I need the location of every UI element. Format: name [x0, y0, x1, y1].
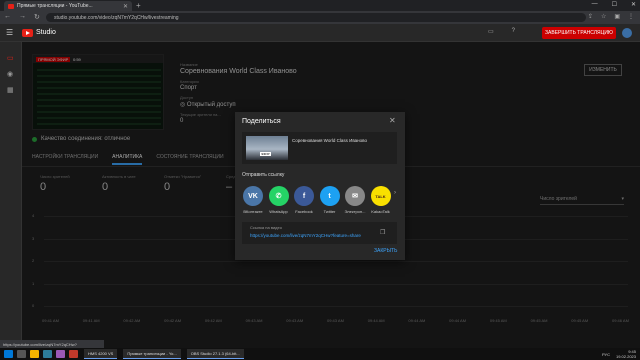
- browser-tab[interactable]: Прямые трансляции - YouTube... ✕: [4, 1, 132, 11]
- browser-menu-icon[interactable]: ⋮: [628, 13, 634, 20]
- share-target-icon: ✉: [345, 186, 365, 206]
- chevron-right-icon[interactable]: ›: [394, 190, 396, 196]
- share-target-label: Электрон...: [344, 209, 366, 214]
- tray-lang[interactable]: РУС: [602, 352, 610, 357]
- hamburger-menu-icon[interactable]: ☰: [6, 28, 13, 37]
- share-target-icon: f: [294, 186, 314, 206]
- nav-buttons: ← → ↻: [4, 13, 40, 21]
- close-window-icon[interactable]: ✕: [631, 1, 636, 8]
- share-page-icon[interactable]: ⇪: [588, 13, 593, 20]
- share-dialog-title: Поделиться: [242, 118, 281, 125]
- maximize-icon[interactable]: ☐: [612, 1, 617, 8]
- close-icon[interactable]: ✕: [389, 116, 396, 125]
- thumb-live-badge: ЭФИР: [260, 152, 271, 156]
- video-thumbnail: ЭФИР: [246, 136, 288, 160]
- system-tray: РУС 9:45 19.02.2023: [602, 349, 636, 359]
- taskbar: HMS 4200 VS Прямые трансляции - Yo... OB…: [0, 348, 640, 360]
- back-icon[interactable]: ←: [4, 13, 11, 21]
- taskbar-app[interactable]: OBS Studio 27.1.3 (64-bit...: [186, 349, 244, 359]
- close-button[interactable]: ЗАКРЫТЬ: [374, 248, 397, 254]
- taskbar-app[interactable]: HMS 4200 VS: [84, 349, 118, 359]
- video-link[interactable]: https://youtube.com/live/zqN7mY2qCHw?fea…: [250, 233, 361, 238]
- tray-clock[interactable]: 9:45 19.02.2023: [616, 349, 636, 359]
- live-stream-icon[interactable]: ▭: [7, 54, 15, 62]
- extensions-icon[interactable]: ▣: [614, 13, 620, 20]
- share-target[interactable]: VK ВКонтакте: [240, 186, 266, 214]
- camera-icon[interactable]: ▭: [488, 28, 494, 35]
- share-target[interactable]: t Twitter: [317, 186, 343, 214]
- header-icons: ▭ ?: [488, 28, 515, 35]
- share-target[interactable]: f Facebook: [291, 186, 317, 214]
- video-title: Соревнования World Class Иваново: [292, 138, 367, 143]
- search-icon[interactable]: [17, 350, 26, 358]
- app-icon[interactable]: [43, 350, 52, 358]
- share-target-label: WhatsApp: [269, 209, 288, 214]
- window-controls: — ☐ ✕: [592, 1, 636, 8]
- end-stream-button[interactable]: ЗАВЕРШИТЬ ТРАНСЛЯЦИЮ: [542, 27, 616, 39]
- copy-icon[interactable]: ❐: [380, 229, 385, 236]
- help-icon[interactable]: ?: [512, 28, 515, 35]
- share-target-icon: TALK: [370, 186, 391, 206]
- share-target[interactable]: ✉ Электрон...: [342, 186, 368, 214]
- share-target-label: ВКонтакте: [243, 209, 263, 214]
- close-tab-icon[interactable]: ✕: [123, 3, 128, 10]
- studio-label: Studio: [36, 29, 56, 36]
- send-link-label: Отправить ссылку: [242, 172, 285, 178]
- status-url: https://youtube.com/live/zqN7mY2qCHw?fea…: [0, 340, 104, 352]
- webcam-icon[interactable]: ◉: [7, 70, 15, 78]
- share-target-label: Facebook: [295, 209, 313, 214]
- app-icon[interactable]: [56, 350, 65, 358]
- bookmark-icon[interactable]: ☆: [601, 13, 606, 20]
- share-target-icon: ✆: [268, 186, 289, 206]
- share-target[interactable]: ✆ WhatsApp: [266, 186, 292, 214]
- reload-icon[interactable]: ↻: [34, 13, 40, 21]
- share-target-label: KakaoTalk: [371, 209, 390, 214]
- tab-title: Прямые трансляции - YouTube...: [17, 3, 93, 9]
- browser-actions: ⇪ ☆ ▣ ⋮: [588, 13, 634, 20]
- share-target[interactable]: TALK KakaoTalk: [368, 186, 394, 214]
- minimize-icon[interactable]: —: [592, 1, 598, 8]
- share-target-label: Twitter: [323, 209, 336, 214]
- new-tab-icon[interactable]: +: [136, 1, 141, 10]
- forward-icon[interactable]: →: [19, 13, 26, 21]
- share-target-icon: t: [319, 186, 340, 206]
- app-icon[interactable]: [69, 350, 78, 358]
- url-field[interactable]: studio.youtube.com/video/zqN7mY2qCHw/liv…: [46, 13, 586, 22]
- link-label: Ссылка на видео: [250, 225, 282, 230]
- youtube-favicon-icon: [8, 3, 14, 9]
- avatar[interactable]: [622, 28, 632, 38]
- youtube-logo-icon[interactable]: [22, 29, 33, 37]
- share-target-icon: VK: [243, 186, 263, 206]
- folder-icon[interactable]: [30, 350, 39, 358]
- manage-icon[interactable]: ▦: [7, 86, 15, 94]
- taskbar-app[interactable]: Прямые трансляции - Yo...: [123, 349, 181, 359]
- windows-start-icon[interactable]: [4, 350, 13, 358]
